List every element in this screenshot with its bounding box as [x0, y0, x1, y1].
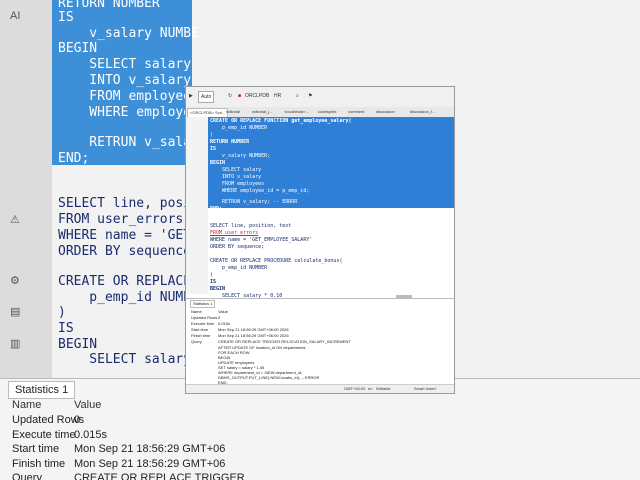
statistics-panel: Statistics 1 Name Value Updated Rows 0 Exe…: [186, 298, 454, 393]
bg-code-line: SELECT salary: [58, 57, 192, 72]
code-line: END;: [210, 206, 223, 212]
bg-code-line: v_salary NUMBE: [58, 26, 199, 41]
bg-code-line: END;: [58, 151, 90, 166]
query-line: DBMS_OUTPUT.PUT_LINE(:NEW.locatio_id); -…: [218, 375, 320, 380]
schema-selector[interactable]: HR: [274, 91, 281, 101]
code-line: CREATE OR REPLACE FUNCTION get_employee_…: [210, 118, 352, 124]
code-line: CREATE OR REPLACE PROCEDURE calculate_bo…: [210, 258, 343, 264]
code-line: ): [210, 272, 214, 278]
code-line: p_emp_id NUMBER: [210, 265, 268, 271]
bg-code-line: INTO v_salary: [58, 73, 192, 88]
tab-statistics[interactable]: Statistics 1: [190, 300, 216, 308]
run-icon[interactable]: ▶: [189, 91, 193, 101]
connection-icon: ■: [238, 93, 242, 99]
timezone-status: GMT+06:00: [344, 386, 366, 391]
filter-icon[interactable]: ⚑: [308, 91, 312, 101]
code-line: WHERE employee_id = p_emp_id;: [210, 188, 310, 194]
bg-code-line: IS: [58, 10, 74, 25]
line-gutter: [186, 117, 208, 294]
code-line: ORDER BY sequence;: [210, 244, 265, 250]
bg-stats-row: Finish time Mon Sep 21 18:56:29 GMT+06: [12, 458, 226, 470]
code-line: FROM user_errors: [210, 230, 259, 236]
stats-row: Execute time 0.015s: [191, 321, 231, 326]
bg-code-line: RETRUN v_salar: [58, 135, 199, 150]
bg-stats-row: Start time Mon Sep 21 18:56:29 GMT+06: [12, 443, 226, 455]
bg-code-line: BEGIN: [58, 337, 98, 352]
ai-icon: AI: [10, 10, 21, 22]
bg-code-line: p_emp_id NUMBE: [58, 290, 199, 305]
tab-editorial-j[interactable]: editorial_j...: [250, 108, 274, 116]
bg-code-line: SELECT salary: [58, 352, 192, 367]
folder-icon: ▥: [10, 338, 21, 350]
stats-row: Updated Rows 0: [191, 315, 221, 320]
bg-code-line: FROM user_errors: [58, 212, 184, 227]
bg-stats-row: Execute time 0.015s: [12, 429, 108, 441]
bg-code-line: BEGIN: [58, 41, 98, 56]
bg-code-line: ): [58, 305, 66, 320]
code-line: p_emp_id NUMBER: [210, 125, 268, 131]
code-line: ): [210, 132, 214, 138]
language-status: en: [368, 386, 373, 391]
bg-code-line: WHERE name = 'GET_: [58, 228, 199, 243]
code-line: IS: [210, 146, 217, 152]
bg-stats-tab: Statistics 1: [8, 381, 76, 399]
tab-codesprint[interactable]: codesprint: [316, 108, 338, 116]
bg-stats-row: Updated Rows 0: [12, 414, 85, 426]
tab-comment[interactable]: comment: [346, 108, 366, 116]
code-line: BEGIN: [210, 160, 226, 166]
code-line: v_salary NUMBER;: [210, 153, 271, 159]
tab-editorial[interactable]: editorial: [224, 108, 242, 116]
file-icon: ▤: [10, 306, 21, 318]
bg-code-line: FROM employees: [58, 89, 199, 104]
code-line: FROM employees: [210, 181, 265, 187]
code-line: INTO v_salary: [210, 174, 262, 180]
bg-code-line: WHERE employee: [58, 105, 199, 120]
stats-row: Finish time Mon Sep 21 18:56:29 GMT+06:00…: [191, 333, 289, 338]
tab-discussion-t[interactable]: discussion_t...: [408, 108, 437, 116]
stats-row: Name Value: [191, 309, 228, 314]
code-line: BEGIN: [210, 286, 226, 292]
code-editor[interactable]: CREATE OR REPLACE FUNCTION get_employee_…: [186, 117, 454, 299]
status-bar: GMT+06:00 en Writable Smart Insert: [186, 384, 454, 393]
bg-code-line: CREATE OR REPLACE: [58, 274, 192, 289]
stats-row: Start time Mon Sep 21 18:56:29 GMT+06:00 …: [191, 327, 289, 332]
warning-icon: ⚠: [10, 214, 20, 226]
code-line: IS: [210, 279, 217, 285]
insert-mode-status: Smart Insert: [414, 386, 436, 391]
background-gutter: [0, 0, 52, 378]
transaction-mode-select[interactable]: Auto: [198, 91, 215, 103]
tab-localhost[interactable]: <local\host>...: [282, 108, 311, 116]
code-line: SELECT line, position, text: [210, 223, 292, 229]
toolbar: ▶ Auto ↻ ■ ORCLPDB HR ⌕ ⚑: [186, 87, 454, 108]
code-line: RETURN NUMBER: [210, 139, 250, 145]
bg-stats-row: Name Value: [12, 399, 102, 411]
sql-editor-window: ▶ Auto ↻ ■ ORCLPDB HR ⌕ ⚑ <ORCLPDB> Scri…: [185, 86, 455, 394]
code-line: SELECT salary: [210, 167, 262, 173]
bg-code-line: IS: [58, 321, 74, 336]
code-line: WHERE name = 'GET_EMPLOYEE_SALARY': [210, 237, 313, 243]
commit-icon[interactable]: ↻: [228, 91, 232, 101]
search-icon[interactable]: ⌕: [296, 91, 299, 101]
stats-row: Query CREATE OR REPLACE TRIGGER RELOCATIO…: [191, 339, 351, 344]
connection-selector[interactable]: ORCLPDB: [245, 91, 269, 101]
bg-code-line: ORDER BY sequence;: [58, 244, 199, 259]
writable-status: Writable: [376, 386, 391, 391]
code-line: RETRUN v_salary; -- ERROR: [210, 199, 298, 205]
tab-script[interactable]: <ORCLPDB> Scri...: [187, 108, 229, 117]
gear-icon: ⚙: [10, 275, 20, 287]
bg-stats-row: Query CREATE OR REPLACE TRIGGER: [12, 472, 245, 480]
tab-discussion[interactable]: discussion: [374, 108, 397, 116]
